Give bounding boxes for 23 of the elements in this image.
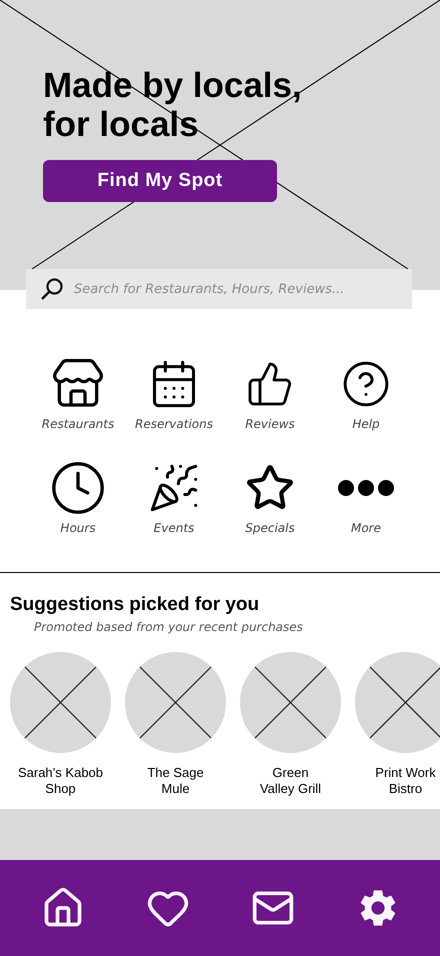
search-icon	[40, 277, 64, 301]
category-item[interactable]: Specials	[222, 461, 318, 535]
restaurant-name[interactable]: Green Valley Grill	[260, 765, 322, 797]
help-icon	[341, 359, 391, 409]
find-spot-button[interactable]: Find My Spot	[43, 160, 277, 202]
category-item[interactable]: Reservations	[126, 357, 222, 431]
section-subtitle: Promoted based from your recent purchases	[34, 620, 304, 635]
clock-icon	[49, 459, 107, 517]
restaurant-name[interactable]: Sarah’s Kabob Shop	[18, 765, 104, 797]
restaurant-name[interactable]: Print Work Bistro	[375, 765, 436, 797]
category-item[interactable]: Restaurants	[30, 357, 126, 431]
party-popper-icon	[148, 462, 200, 514]
section-title: Suggestions picked for you	[10, 594, 260, 616]
restaurant-name[interactable]: The Sage Mule	[147, 765, 204, 797]
category-item[interactable]: Hours	[30, 461, 126, 535]
category-item[interactable]: Reviews	[222, 357, 318, 431]
category-item[interactable]: More	[318, 461, 414, 535]
more-icon	[337, 479, 395, 497]
category-item[interactable]: Help	[318, 357, 414, 431]
thumbs-up-icon	[246, 360, 294, 408]
hero-title: Made by locals, for locals	[43, 66, 303, 144]
search-bar[interactable]: Search for Restaurants, Hours, Reviews...	[26, 269, 412, 309]
category-item[interactable]: Events	[126, 461, 222, 535]
